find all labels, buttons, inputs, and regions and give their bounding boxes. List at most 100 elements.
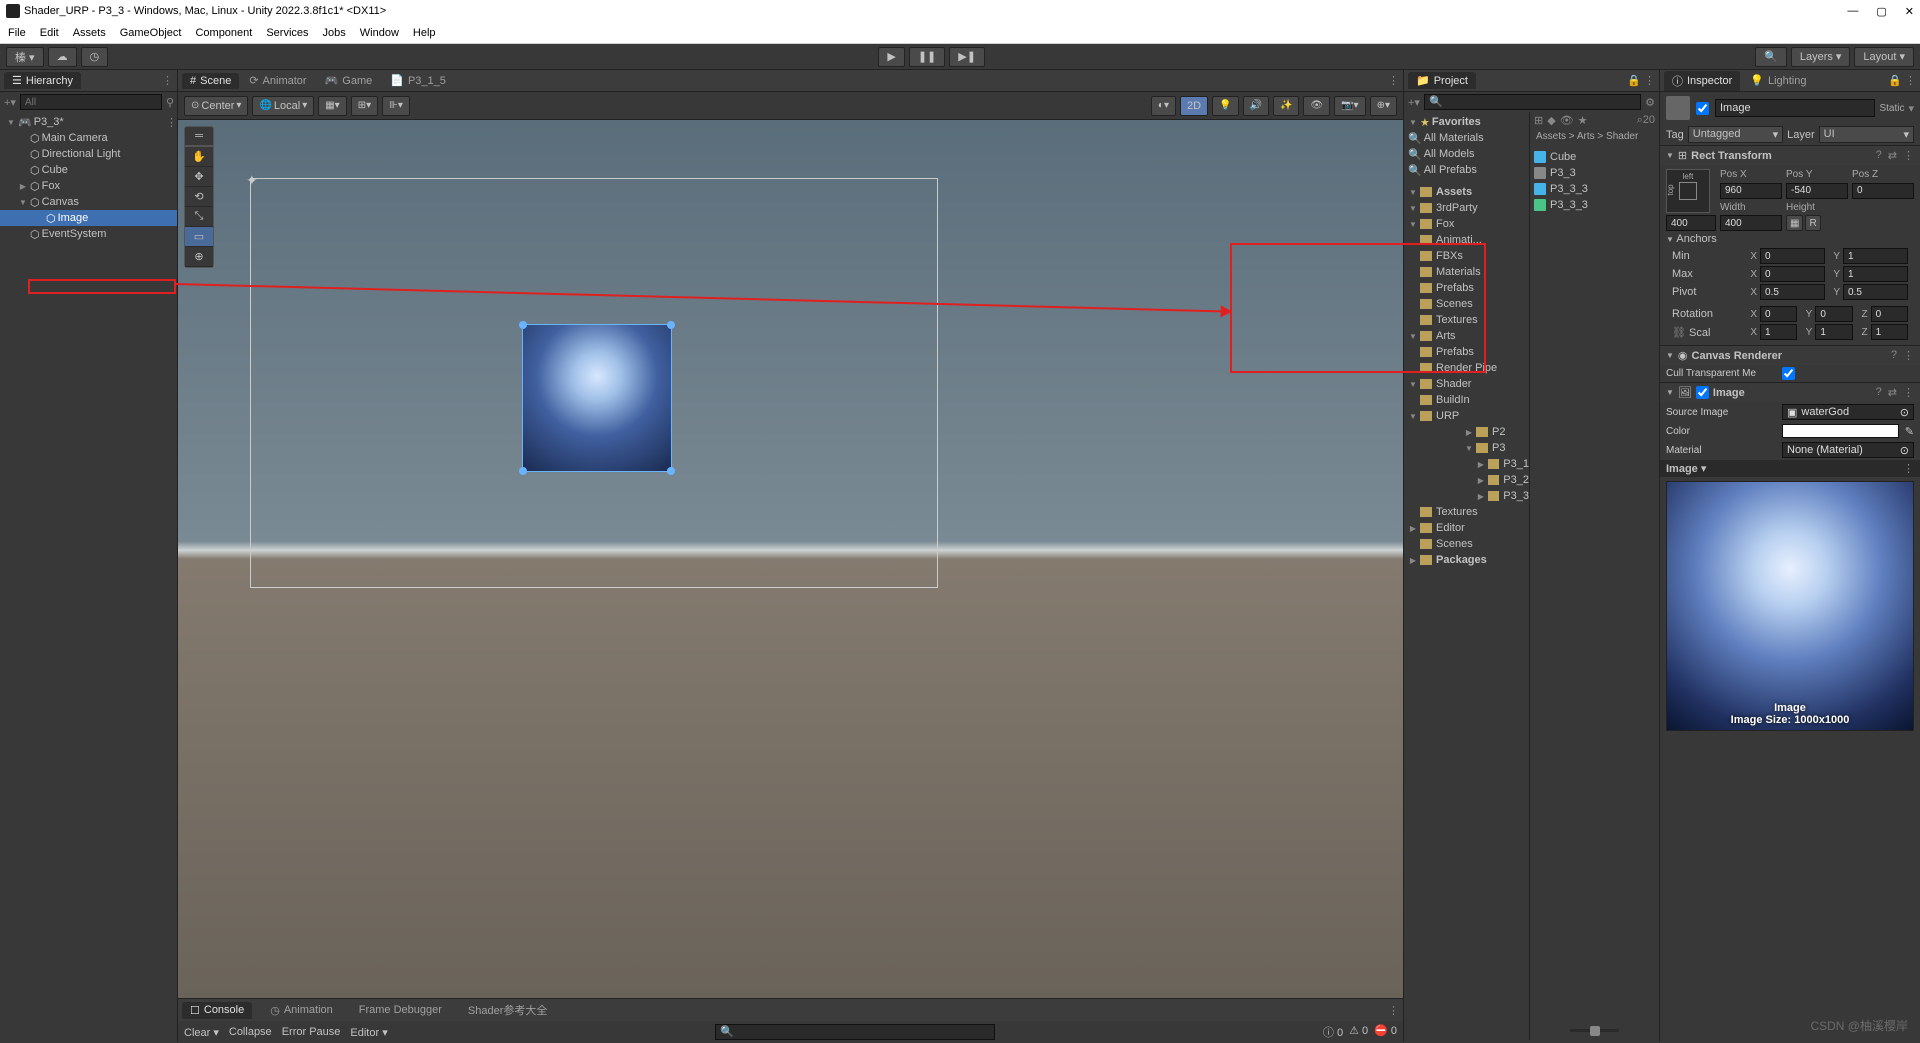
play-button[interactable]: ▶ [878,47,904,67]
scl-z[interactable] [1871,324,1908,340]
menu-icon[interactable]: ⋮ [1903,386,1914,399]
clear-button[interactable]: Clear ▾ [184,1026,219,1039]
filter-icon[interactable]: ⚙ [1645,96,1655,109]
audio-icon[interactable]: 🔊 [1243,96,1269,116]
view-tool-icon[interactable]: ═ [185,127,213,147]
settings-icon[interactable]: ◷ [81,47,109,67]
cloud-icon[interactable]: ☁ [48,47,77,67]
maximize-button[interactable]: ▢ [1876,5,1886,18]
hierarchy-item-image[interactable]: ⬡ Image [0,210,177,226]
help-icon[interactable]: ? [1876,149,1882,162]
menu-services[interactable]: Services [266,27,308,39]
minimize-button[interactable]: — [1847,5,1858,18]
tab-inspector[interactable]: ⓘ Inspector [1664,71,1740,91]
info-count[interactable]: ⓘ 0 [1323,1024,1343,1040]
asset-item[interactable]: P3_3 [1534,165,1655,181]
account-dropdown[interactable]: 榛 ▾ [6,47,44,67]
hierarchy-item[interactable]: ⬡ EventSystem [0,226,177,242]
tab-scene[interactable]: # Scene [182,73,239,89]
anchor-preset-button[interactable]: left top [1666,169,1710,213]
shading-dropdown[interactable]: ◐▾ [1151,96,1176,116]
project-search[interactable] [1424,94,1641,110]
error-pause-toggle[interactable]: Error Pause [282,1026,341,1039]
anchor-min-y[interactable] [1843,248,1908,264]
canvas-renderer-header[interactable]: ▼◉ Canvas Renderer ?⋮ [1660,345,1920,365]
hierarchy-item[interactable]: ⬡ Cube [0,162,177,178]
image-component-header[interactable]: ▼🖼 Image ?⇄⋮ [1660,382,1920,402]
tab-frame-debugger[interactable]: Frame Debugger [351,1002,450,1018]
menu-gameobject[interactable]: GameObject [120,27,182,39]
selected-image[interactable] [522,324,672,472]
favorites-folder[interactable]: ▼★ Favorites [1404,114,1529,130]
folder-item[interactable]: ▼Shader [1404,376,1529,392]
filter-label-icon[interactable]: ◆ [1547,114,1555,127]
menu-icon[interactable]: ⋮ [1903,349,1914,362]
preset-icon[interactable]: ⇄ [1888,386,1897,399]
move-tool-icon[interactable]: ✥ [185,167,213,187]
layout-dropdown[interactable]: Layout ▾ [1854,47,1914,67]
rect-transform-header[interactable]: ▼⊞ Rect Transform ?⇄⋮ [1660,145,1920,165]
scl-x[interactable] [1760,324,1797,340]
scene-menu-icon[interactable]: ⋮ [1388,74,1399,87]
console-search[interactable] [715,1024,995,1040]
hierarchy-item[interactable]: ⬡ Main Camera [0,130,177,146]
menu-file[interactable]: File [8,27,26,39]
folder-item[interactable]: Textures [1404,504,1529,520]
camera-icon[interactable]: 📷▾ [1334,96,1365,116]
folder-item[interactable]: ▶P3_3 [1404,488,1529,504]
folder-item[interactable]: Scenes [1404,536,1529,552]
layers-dropdown[interactable]: Layers ▾ [1791,47,1851,67]
source-image-field[interactable]: ▣waterGod⊙ [1782,404,1914,420]
fav-item[interactable]: 🔍 All Models [1404,146,1529,162]
create-icon[interactable]: +▾ [1408,96,1420,109]
pivot-y[interactable] [1843,284,1908,300]
pause-button[interactable]: ❚❚ [909,47,945,67]
hierarchy-scene[interactable]: ▼🎮 P3_3*⋮ [0,114,177,130]
folder-item[interactable]: ▶Editor [1404,520,1529,536]
width-field[interactable] [1666,215,1716,231]
tab-p315[interactable]: 📄 P3_1_5 [382,72,454,89]
asset-item[interactable]: P3_3_3 [1534,181,1655,197]
hierarchy-item[interactable]: ⬡ Directional Light [0,146,177,162]
blueprint-icon[interactable]: ▦ [1786,215,1803,231]
light-icon[interactable]: 💡 [1212,96,1238,116]
increment-icon[interactable]: ⊪▾ [382,96,410,116]
folder-item[interactable]: ▼Fox [1404,216,1529,232]
height-field[interactable] [1720,215,1782,231]
tab-console[interactable]: ☐ Console [182,1002,252,1019]
folder-item[interactable]: ▼Arts [1404,328,1529,344]
filter-hidden-icon[interactable]: 👁 [1560,114,1574,127]
fx-icon[interactable]: ✨ [1273,96,1299,116]
folder-item[interactable]: Prefabs [1404,280,1529,296]
folder-item[interactable]: BuildIn [1404,392,1529,408]
hierarchy-search[interactable] [20,94,162,110]
pivot-x[interactable] [1760,284,1825,300]
cull-transparent-toggle[interactable] [1782,367,1795,380]
material-field[interactable]: None (Material)⊙ [1782,442,1914,458]
step-button[interactable]: ▶❚ [949,47,985,67]
anchors-label[interactable]: Anchors [1676,233,1716,245]
search-icon[interactable]: ⚲ [166,96,174,109]
posx-field[interactable] [1720,183,1782,199]
folder-item[interactable]: Materials [1404,264,1529,280]
grid-icon[interactable]: ▦▾ [318,96,346,116]
project-lock-icon[interactable]: 🔒 ⋮ [1627,74,1655,87]
collapse-toggle[interactable]: Collapse [229,1026,272,1039]
eyedropper-icon[interactable]: ✎ [1905,425,1914,438]
posy-field[interactable] [1786,183,1848,199]
close-button[interactable]: ✕ [1905,5,1914,18]
space-dropdown[interactable]: 🌐Local▾ [252,96,314,116]
scale-tool-icon[interactable]: ⤡ [185,207,213,227]
tab-game[interactable]: 🎮 Game [317,72,381,89]
menu-edit[interactable]: Edit [40,27,59,39]
anchor-max-y[interactable] [1843,266,1908,282]
help-icon[interactable]: ? [1891,349,1897,362]
tab-animator[interactable]: ⟳ Animator [241,72,314,89]
search-icon[interactable]: 🔍 [1755,47,1787,67]
preset-icon[interactable]: ⇄ [1888,149,1897,162]
rotate-tool-icon[interactable]: ⟲ [185,187,213,207]
tag-dropdown[interactable]: Untagged▾ [1688,126,1783,143]
hierarchy-menu-icon[interactable]: ⋮ [162,74,173,87]
image-enabled-toggle[interactable] [1696,386,1709,399]
create-dropdown-icon[interactable]: +▾ [4,96,16,109]
